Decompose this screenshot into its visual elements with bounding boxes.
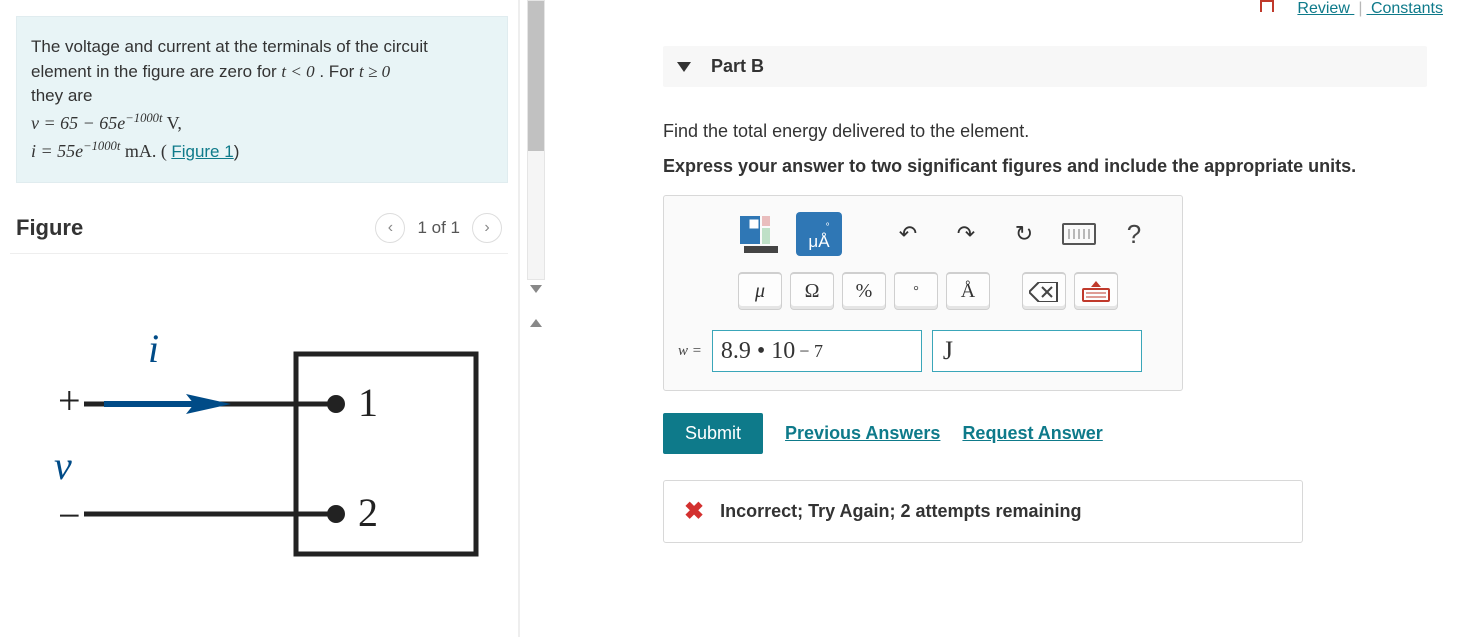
v-expr-b: V, [162,113,181,133]
figure-pager: ‹ 1 of 1 › [375,213,502,243]
help-button[interactable]: ? [1114,212,1154,256]
math-cond2: t ≥ 0 [359,62,390,81]
action-row: Submit Previous Answers Request Answer [663,413,1427,454]
label-plus: + [58,378,81,423]
key-mu[interactable]: μ [738,272,782,310]
figure-link[interactable]: Figure 1 [171,142,233,161]
problem-text: element in the figure are zero for [31,62,281,81]
redo-button[interactable]: ↷ [946,212,986,256]
i-expr-a: i = 55e [31,141,83,161]
review-link[interactable]: Review [1297,0,1349,17]
scrollbar-track[interactable] [527,0,545,280]
label-v: v [54,443,72,488]
v-expr-a: v = 65 − 65e [31,113,125,133]
submit-button[interactable]: Submit [663,413,763,454]
i-expr-exp: −1000t [83,139,120,153]
key-angstrom[interactable]: Å [946,272,990,310]
constants-link[interactable]: Constants [1371,0,1443,17]
separator: | [1354,0,1366,17]
answer-unit-input[interactable]: J [932,330,1142,372]
flag-icon [1260,0,1274,12]
keyboard-icon[interactable] [1062,223,1096,245]
left-pane: The voltage and current at the terminals… [0,0,518,637]
key-keyboard-toggle[interactable] [1074,272,1118,310]
v-expr-exp: −1000t [125,111,162,125]
previous-answers-link[interactable]: Previous Answers [785,423,940,444]
prompt-text: Find the total energy delivered to the e… [663,121,1427,142]
scroll-down-icon[interactable] [527,280,545,300]
figure-title: Figure [16,215,83,241]
label-minus: − [58,493,81,538]
incorrect-icon: ✖ [684,497,704,526]
key-percent[interactable]: % [842,272,886,310]
key-backspace[interactable] [1022,272,1066,310]
figure-section: Figure ‹ 1 of 1 › [10,213,508,579]
pager-prev-button[interactable]: ‹ [375,213,405,243]
toolbar-secondary: μ Ω % ° Å [678,272,1168,310]
top-links: Review | Constants [1297,0,1443,18]
toolbar-primary: μÅ° ↶ ↷ ↻ ? [678,208,1168,272]
answer-exponent: − 7 [799,341,823,362]
problem-statement: The voltage and current at the terminals… [16,16,508,183]
divider-scrollbar [518,0,553,637]
templates-button[interactable] [738,212,778,256]
answer-row: w = 8.9 • 10− 7 J [678,330,1168,372]
label-i: i [148,326,159,371]
answer-unit: J [943,336,953,366]
part-header[interactable]: Part B [663,46,1427,87]
problem-text: they are [31,86,92,105]
problem-text: The voltage and current at the terminals… [31,37,428,56]
answer-mantissa: 8.9 • 10 [721,338,795,365]
close-paren: ) [234,142,240,161]
right-pane: Review | Constants Part B Find the total… [553,0,1467,637]
i-expr-b: mA. ( [120,141,167,161]
request-answer-link[interactable]: Request Answer [962,423,1102,444]
answer-value-input[interactable]: 8.9 • 10− 7 [712,330,922,372]
caret-down-icon[interactable] [677,62,691,72]
label-terminal-1: 1 [358,380,378,425]
label-terminal-2: 2 [358,490,378,535]
feedback-text: Incorrect; Try Again; 2 attempts remaini… [720,501,1081,522]
scrollbar-thumb[interactable] [528,1,544,151]
answer-label: w = [678,343,702,360]
problem-text: . For [319,62,359,81]
undo-button[interactable]: ↶ [888,212,928,256]
feedback-box: ✖ Incorrect; Try Again; 2 attempts remai… [663,480,1303,543]
reset-button[interactable]: ↻ [1004,212,1044,256]
math-cond1: t < 0 [281,62,314,81]
units-button[interactable]: μÅ° [796,212,842,256]
key-degree[interactable]: ° [894,272,938,310]
pager-next-button[interactable]: › [472,213,502,243]
key-omega[interactable]: Ω [790,272,834,310]
figure-image: i + v − 1 2 [36,314,508,579]
pager-text: 1 of 1 [417,218,460,238]
answer-panel: μÅ° ↶ ↷ ↻ ? μ Ω % ° Å [663,195,1183,391]
instruction-text: Express your answer to two significant f… [663,156,1427,177]
part-title: Part B [711,56,764,77]
scroll-up-icon[interactable] [527,314,545,334]
